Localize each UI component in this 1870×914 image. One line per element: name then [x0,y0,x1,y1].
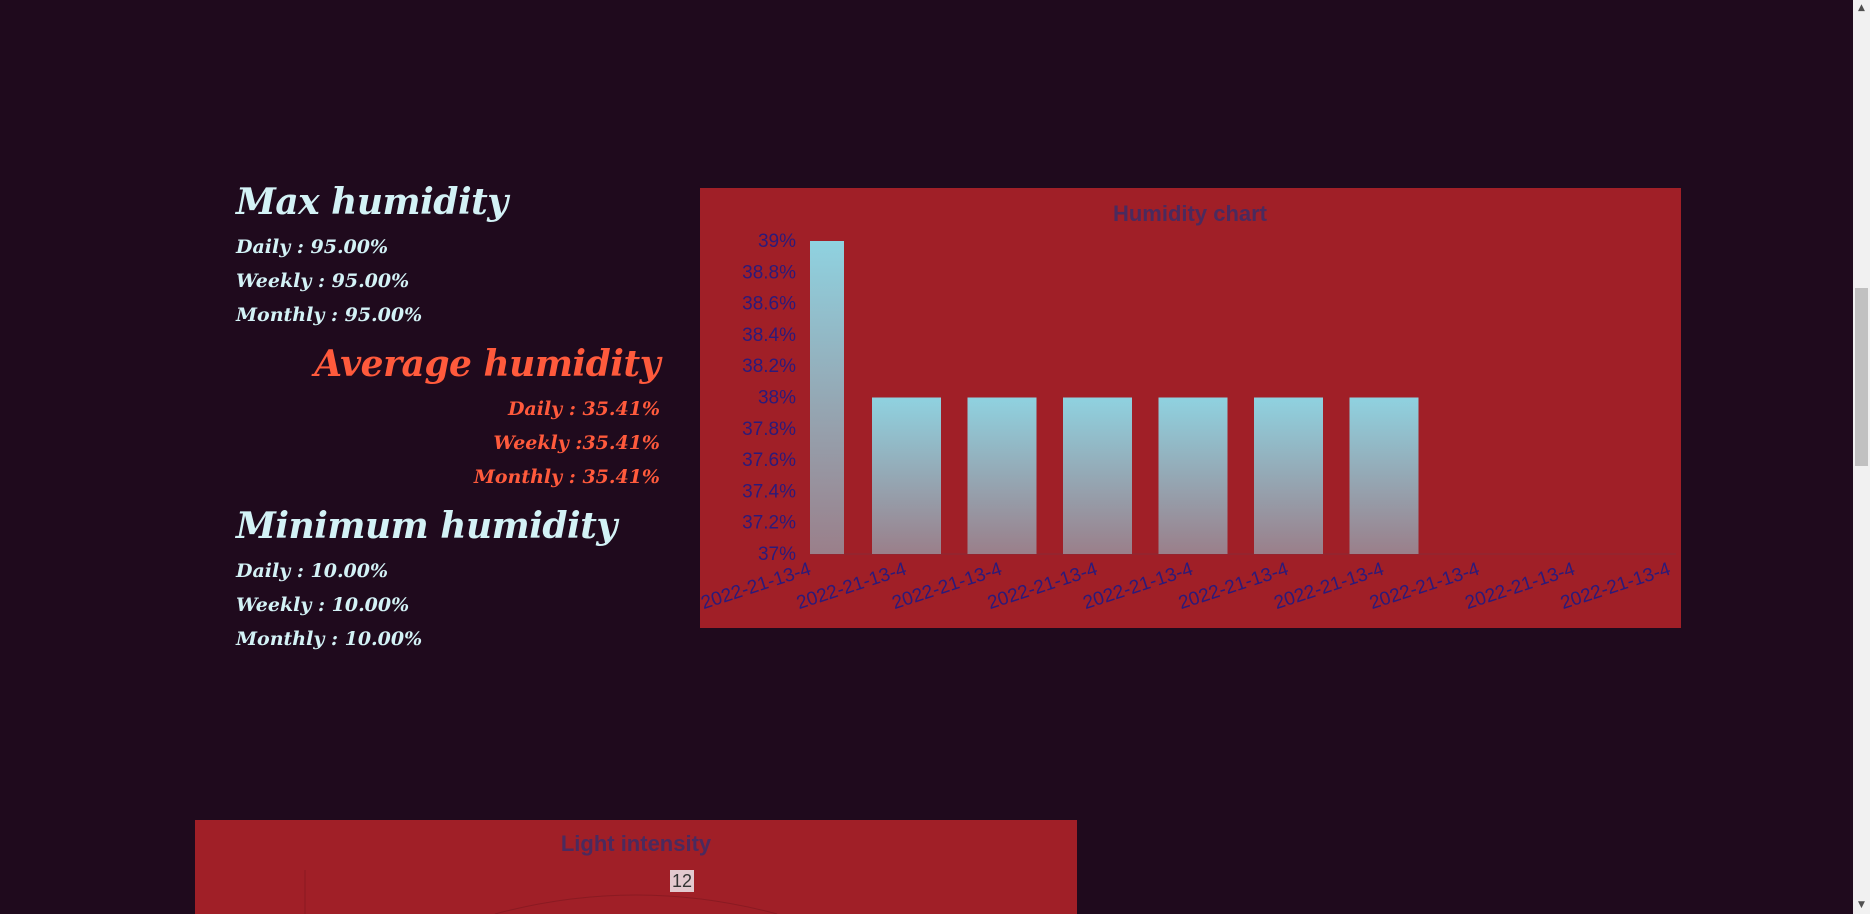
y-tick-label: 38.4% [742,325,796,346]
x-tick-label: 2022-21-13-4 [1081,559,1196,614]
min-daily: Daily : 10.00% [236,560,389,582]
x-tick-label: 2022-21-13-4 [1463,559,1578,614]
y-tick-label: 38.6% [742,294,796,315]
max-weekly: Weekly : 95.00% [236,270,410,292]
average-monthly: Monthly : 35.41% [473,466,660,488]
y-tick-label: 38.2% [742,356,796,377]
polar-grid-arc [494,894,778,914]
x-tick-label: 2022-21-13-4 [794,559,909,614]
minimum-humidity-block: Minimum humidity Daily : 10.00% Weekly :… [236,504,660,656]
bars [810,241,1419,554]
x-axis: 2022-21-13-42022-21-13-42022-21-13-42022… [699,559,1674,614]
average-weekly: Weekly :35.41% [493,432,660,454]
page-scrollbar[interactable]: ▲ ▼ [1853,0,1870,914]
bar [1254,397,1323,554]
bar [872,397,941,554]
y-tick-label: 37% [758,544,796,565]
max-humidity-title: Max humidity [236,181,508,223]
x-tick-label: 2022-21-13-4 [890,559,1005,614]
y-tick-label: 39% [758,231,796,252]
max-monthly: Monthly : 95.00% [236,304,423,326]
x-tick-label: 2022-21-13-4 [1367,559,1482,614]
minimum-humidity-title: Minimum humidity [236,505,617,547]
y-tick-label: 37.4% [742,481,796,502]
light-chart-title: Light intensity [561,831,712,856]
y-tick-label: 38% [758,388,796,409]
y-tick-label: 38.8% [742,262,796,283]
x-tick-label: 2022-21-13-4 [1176,559,1291,614]
average-humidity-title: Average humidity [314,343,660,385]
min-monthly: Monthly : 10.00% [236,628,423,650]
bar [1349,397,1419,554]
humidity-chart: Humidity chart 39% 38.8% 38.6% 38.4% 38.2% 38… [699,188,1681,628]
max-humidity-block: Max humidity Daily : 95.00% Weekly : 95.… [236,180,660,332]
min-weekly: Weekly : 10.00% [236,594,410,616]
bar [967,397,1037,554]
bar [1063,397,1132,554]
y-tick-label: 37.6% [742,450,796,471]
scroll-down-icon[interactable]: ▼ [1853,897,1870,914]
y-tick-label: 37.8% [742,419,796,440]
average-humidity-block: Average humidity Daily : 35.41% Weekly :… [236,342,660,494]
average-daily: Daily : 35.41% [507,398,660,420]
light-chart-svg: Light intensity [304,831,778,914]
bar [1158,397,1228,554]
max-daily: Daily : 95.00% [236,236,389,258]
light-intensity-panel: Light intensity 12 [195,820,1077,914]
humidity-stats: Max humidity Daily : 95.00% Weekly : 95.… [236,180,661,656]
x-tick-label: 2022-21-13-4 [1272,559,1387,614]
humidity-chart-svg: Humidity chart 39% 38.8% 38.6% 38.4% 38.2% 38… [699,201,1676,614]
scrollbar-thumb[interactable] [1855,288,1868,466]
y-tick-label: 37.2% [742,513,796,534]
light-tick-label: 12 [670,870,694,892]
chart-title: Humidity chart [1113,201,1268,226]
x-tick-label: 2022-21-13-4 [985,559,1100,614]
x-tick-label: 2022-21-13-4 [1558,559,1673,614]
bar [810,241,844,554]
scroll-up-icon[interactable]: ▲ [1853,0,1870,17]
